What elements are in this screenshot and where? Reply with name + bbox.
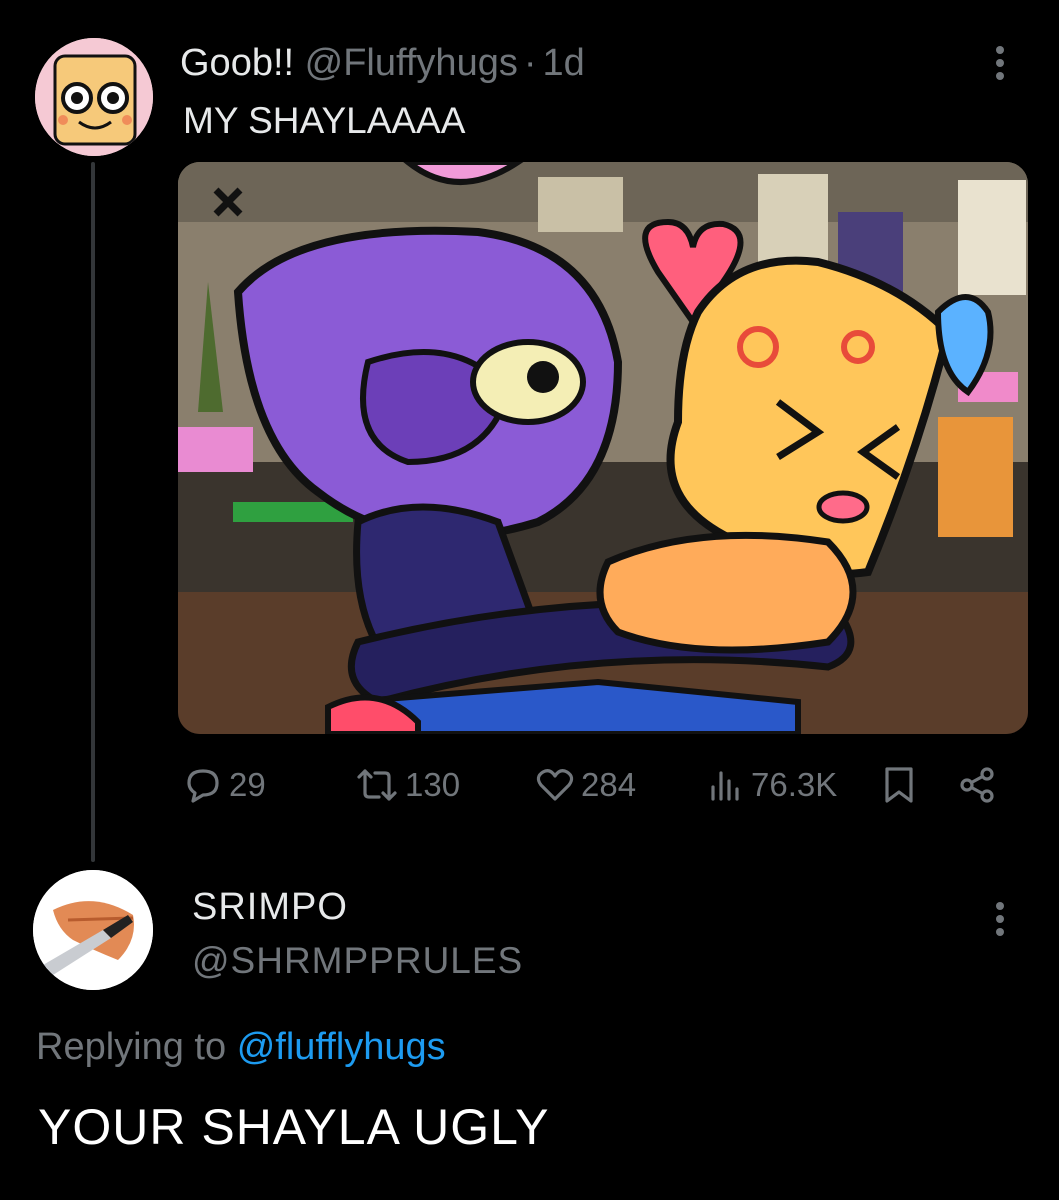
like-action[interactable]: 284 [535,762,636,808]
thread-line [91,162,95,862]
post-more-icon[interactable] [988,42,1012,84]
views-action[interactable]: 76.3K [705,762,837,808]
replying-to-handle-link[interactable]: @flufflyhugs [237,1026,446,1068]
post-action-bar: 29 130 284 76.3K [183,762,1003,808]
share-action[interactable] [957,762,997,808]
replying-to-line: Replying to @flufflyhugs [36,1026,446,1069]
repost-count: 130 [405,766,461,803]
reply-author-avatar[interactable] [33,870,153,990]
reply-more-icon[interactable] [988,898,1012,940]
reply-count: 29 [229,766,266,803]
post-header: Goob!! @Fluffyhugs · 1d [180,42,585,85]
repost-arrows-icon [355,765,399,805]
reply-text: YOUR SHAYLA UGLY [38,1099,550,1155]
like-count: 284 [581,766,637,803]
post-time[interactable]: 1d [543,42,585,84]
reply-display-name[interactable]: SRIMPO [192,886,348,929]
reply-action[interactable]: 29 [183,762,266,808]
views-count: 76.3K [751,766,838,803]
post-author-avatar[interactable] [35,38,153,156]
post-text: MY SHAYLAAAA [183,100,466,141]
comment-bubble-icon [183,765,223,805]
post-display-name[interactable]: Goob!! [180,42,294,84]
post-handle[interactable]: @Fluffyhugs [305,42,518,84]
bookmark-action[interactable] [881,762,917,808]
share-icon [957,765,997,805]
reply-handle[interactable]: @SHRMPPRULES [192,940,523,982]
heart-icon [535,765,575,805]
bookmark-icon [881,765,917,805]
bar-chart-icon [705,765,745,805]
repost-action[interactable]: 130 [355,762,460,808]
replying-to-label: Replying to [36,1026,227,1068]
post-media-image[interactable] [178,162,1028,734]
post-separator: · [523,42,537,84]
